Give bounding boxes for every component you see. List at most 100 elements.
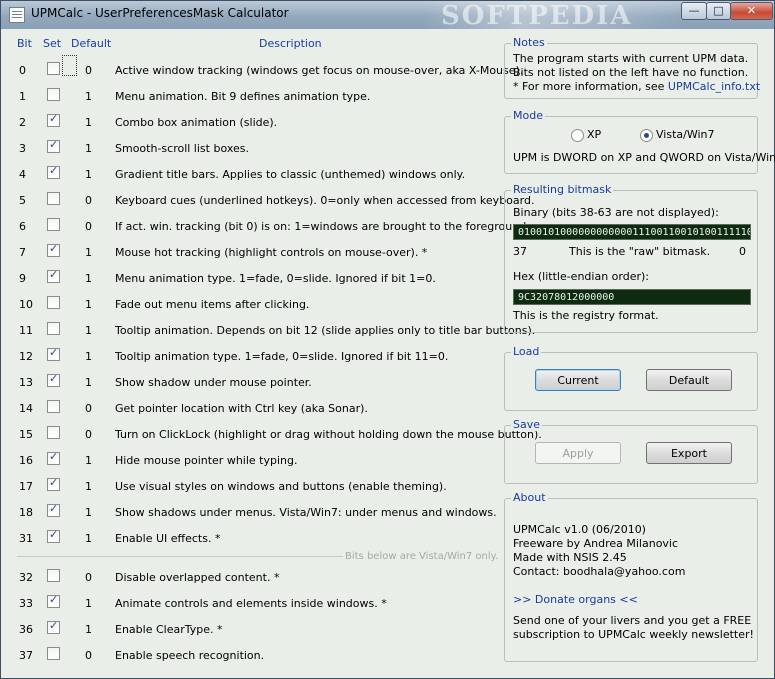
bit-set-checkbox[interactable]: ✓: [47, 569, 60, 582]
mode-xp-label[interactable]: XP: [587, 128, 601, 141]
mode-vista-radio[interactable]: [640, 129, 653, 142]
minimize-button[interactable]: —: [681, 2, 707, 20]
mode-xp-radio[interactable]: [571, 129, 584, 142]
bit-default-value: 0: [85, 220, 92, 233]
bit-set-checkbox[interactable]: ✓: [47, 268, 60, 283]
bit-description: Enable ClearType. *: [115, 623, 223, 636]
apply-button[interactable]: Apply: [535, 442, 621, 464]
checkmark-icon: ✓: [49, 242, 59, 255]
bit-set-checkbox[interactable]: ✓: [47, 593, 60, 608]
watermark-text: SOFTPEDIA: [441, 1, 633, 31]
focus-rectangle: [62, 55, 77, 76]
checkmark-icon: ✓: [49, 476, 59, 489]
checkmark-icon: ✓: [49, 138, 59, 151]
bit-number: 31: [19, 532, 33, 545]
bit-set-checkbox[interactable]: ✓: [47, 62, 60, 75]
checkmark-icon: ✓: [49, 502, 59, 515]
bit-set-checkbox[interactable]: ✓: [47, 476, 60, 491]
bit-set-checkbox[interactable]: ✓: [47, 502, 60, 517]
checkmark-icon: ✓: [49, 372, 59, 385]
bit-number: 1: [19, 90, 26, 103]
bit-description: Hide mouse pointer while typing.: [115, 454, 298, 467]
bit-row: 18 ✓ 1 Show shadows under menus. Vista/Win7…: [1, 502, 501, 523]
maximize-button[interactable]: □: [706, 2, 731, 20]
about-group: About UPMCalc v1.0 (06/2010) Freeware by…: [504, 491, 758, 662]
app-icon[interactable]: [9, 7, 25, 23]
bit-set-checkbox[interactable]: ✓: [47, 346, 60, 361]
notes-line-1: The program starts with current UPM data…: [513, 52, 749, 65]
bit-row: 11 ✓ 1 Tooltip animation. Depends on bit 12…: [1, 321, 535, 341]
bit-number: 3: [19, 142, 26, 155]
bit-set-checkbox[interactable]: ✓: [47, 372, 60, 387]
bit-row: 4 ✓ 1 Gradient title bars. Applies to class…: [1, 164, 501, 185]
bit-default-value: 1: [85, 142, 92, 155]
checkmark-icon: ✓: [49, 268, 59, 281]
window-title: UPMCalc - UserPreferencesMask Calculator: [31, 6, 289, 20]
load-default-button[interactable]: Default: [646, 369, 732, 391]
about-label: About: [511, 491, 548, 504]
bit-number: 10: [19, 298, 33, 311]
app-window: SOFTPEDIA UPMCalc - UserPreferencesMask …: [0, 0, 775, 679]
bit-default-value: 1: [85, 116, 92, 129]
mode-group: Mode XP Vista/Win7 UPM is DWORD on XP an…: [504, 109, 775, 174]
bit-default-value: 0: [85, 402, 92, 415]
bit-default-value: 1: [85, 506, 92, 519]
bit-description: Menu animation type. 1=fade, 0=slide. Ig…: [115, 272, 436, 285]
bit-description: Menu animation. Bit 9 defines animation …: [115, 90, 371, 103]
bit-set-checkbox[interactable]: ✓: [47, 242, 60, 257]
vista-separator: [17, 556, 343, 557]
bit-description: Show shadow under mouse pointer.: [115, 376, 312, 389]
bit-default-value: 1: [85, 532, 92, 545]
bit-number: 32: [19, 571, 33, 584]
notes-line-3: * For more information, see UPMCalc_info…: [513, 80, 760, 93]
bit-set-checkbox[interactable]: ✓: [47, 218, 60, 231]
bit-set-checkbox[interactable]: ✓: [47, 426, 60, 439]
binary-label: Binary (bits 38-63 are not displayed):: [513, 206, 719, 219]
bit-row: 13 ✓ 1 Show shadow under mouse pointer.: [1, 372, 501, 393]
bit-number: 12: [19, 350, 33, 363]
column-header-description: Description: [259, 37, 322, 50]
checkmark-icon: ✓: [49, 593, 59, 606]
bit-set-checkbox[interactable]: ✓: [47, 528, 60, 543]
hex-mask-field[interactable]: 9C32078012000000: [513, 289, 751, 305]
bit-default-value: 1: [85, 376, 92, 389]
donate-link[interactable]: >> Donate organs <<: [513, 593, 638, 606]
about-version: UPMCalc v1.0 (06/2010): [513, 523, 646, 536]
bit-default-value: 1: [85, 298, 92, 311]
bit-set-checkbox[interactable]: ✓: [47, 88, 60, 101]
column-header-bit: Bit: [17, 37, 32, 50]
info-file-link[interactable]: UPMCalc_info.txt: [668, 80, 760, 93]
bit-set-checkbox[interactable]: ✓: [47, 400, 60, 413]
load-current-button[interactable]: Current: [535, 369, 621, 391]
bit-number: 13: [19, 376, 33, 389]
bit-row: 32 ✓ 0 Disable overlapped content. *: [1, 568, 501, 588]
bit-set-checkbox[interactable]: ✓: [47, 112, 60, 127]
bit-default-value: 1: [85, 454, 92, 467]
bit-set-checkbox[interactable]: ✓: [47, 164, 60, 179]
about-newsletter-line-2: subscription to UPMCalc weekly newslette…: [513, 628, 754, 641]
bit-set-checkbox[interactable]: ✓: [47, 450, 60, 465]
mode-vista-label[interactable]: Vista/Win7: [656, 128, 715, 141]
bit-set-checkbox[interactable]: ✓: [47, 296, 60, 309]
close-button[interactable]: ✕: [730, 2, 773, 20]
bit-number: 37: [19, 649, 33, 662]
export-button[interactable]: Export: [646, 442, 732, 464]
bit-set-checkbox[interactable]: ✓: [47, 647, 60, 660]
bit-set-checkbox[interactable]: ✓: [47, 192, 60, 205]
title-bar[interactable]: SOFTPEDIA UPMCalc - UserPreferencesMask …: [1, 1, 774, 31]
binary-high-bit: 37: [513, 245, 527, 258]
binary-mask-field[interactable]: 0100101000000000000111001100101001111100: [513, 224, 751, 240]
bit-description: Animate controls and elements inside win…: [115, 597, 387, 610]
column-header-default: Default: [71, 37, 112, 50]
bit-row: 36 ✓ 1 Enable ClearType. *: [1, 619, 501, 640]
bit-number: 6: [19, 220, 26, 233]
load-label: Load: [511, 345, 542, 358]
hex-label: Hex (little-endian order):: [513, 270, 649, 283]
bit-set-checkbox[interactable]: ✓: [47, 138, 60, 153]
bit-number: 7: [19, 246, 26, 259]
bit-number: 14: [19, 402, 33, 415]
bit-set-checkbox[interactable]: ✓: [47, 619, 60, 634]
bit-set-checkbox[interactable]: ✓: [47, 322, 60, 335]
mode-description: UPM is DWORD on XP and QWORD on Vista/Wi…: [513, 151, 775, 164]
bit-description: Enable speech recognition.: [115, 649, 265, 662]
